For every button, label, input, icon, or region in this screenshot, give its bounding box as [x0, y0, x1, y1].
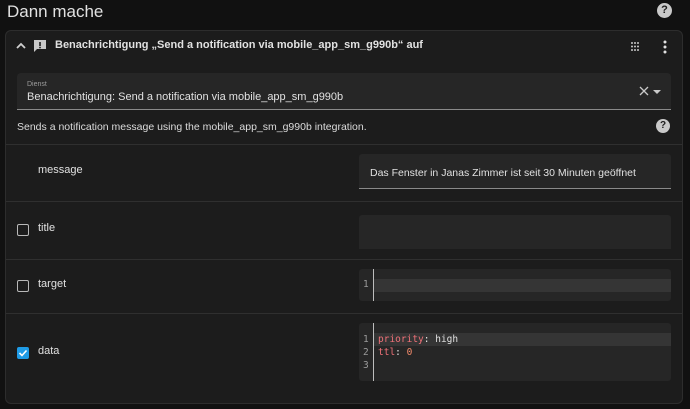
field-label-message: message	[38, 164, 83, 176]
title-input[interactable]	[359, 215, 671, 249]
line-gutter: 1	[359, 269, 374, 301]
yaml-key: ttl	[378, 347, 396, 358]
action-card: Benachrichtigung „Send a notification vi…	[5, 30, 683, 404]
title-checkbox[interactable]	[17, 224, 29, 236]
action-card-header[interactable]: Benachrichtigung „Send a notification vi…	[6, 31, 682, 63]
caret-down-icon[interactable]	[653, 90, 661, 94]
check-icon	[18, 349, 28, 357]
section-title: Dann mache	[7, 2, 104, 21]
data-code-editor[interactable]: 1 2 3 priority: high ttl: 0	[359, 323, 671, 381]
action-title: Benachrichtigung „Send a notification vi…	[55, 39, 423, 51]
line-number: 1	[363, 279, 369, 290]
field-label-data: data	[38, 345, 60, 357]
code-line: priority: high	[378, 334, 458, 345]
target-code-editor[interactable]: 1	[359, 269, 671, 301]
close-icon[interactable]	[639, 86, 649, 96]
service-value: Benachrichtigung: Send a notification vi…	[27, 91, 344, 103]
yaml-separator: :	[395, 347, 407, 358]
help-icon[interactable]: ?	[656, 119, 670, 133]
more-vertical-icon[interactable]	[662, 40, 668, 54]
service-select[interactable]: Dienst Benachrichtigung: Send a notifica…	[17, 73, 671, 110]
divider	[6, 201, 682, 202]
line-number: 2	[363, 347, 369, 358]
line-number: 3	[363, 360, 369, 371]
drag-handle-icon[interactable]	[630, 41, 640, 52]
chevron-up-icon[interactable]	[15, 40, 27, 52]
yaml-value: 0	[406, 347, 413, 358]
line-number: 1	[363, 334, 369, 345]
code-line: ttl: 0	[378, 347, 412, 358]
message-value: Das Fenster in Janas Zimmer ist seit 30 …	[370, 167, 636, 179]
message-input[interactable]: Das Fenster in Janas Zimmer ist seit 30 …	[359, 154, 671, 189]
target-checkbox[interactable]	[17, 280, 29, 292]
divider	[6, 144, 682, 145]
alert-message-icon	[34, 40, 46, 52]
help-icon[interactable]: ?	[657, 3, 672, 18]
yaml-key: priority	[378, 334, 424, 345]
data-checkbox[interactable]	[17, 347, 29, 359]
field-label-title: title	[38, 222, 56, 234]
line-gutter: 1 2 3	[359, 323, 374, 381]
yaml-separator: :	[423, 334, 436, 345]
service-label: Dienst	[27, 81, 47, 88]
divider	[6, 313, 682, 314]
divider	[6, 259, 682, 260]
active-line	[374, 279, 671, 292]
field-label-target: target	[38, 278, 67, 290]
service-description: Sends a notification message using the m…	[17, 121, 367, 133]
yaml-value: high	[435, 334, 459, 345]
